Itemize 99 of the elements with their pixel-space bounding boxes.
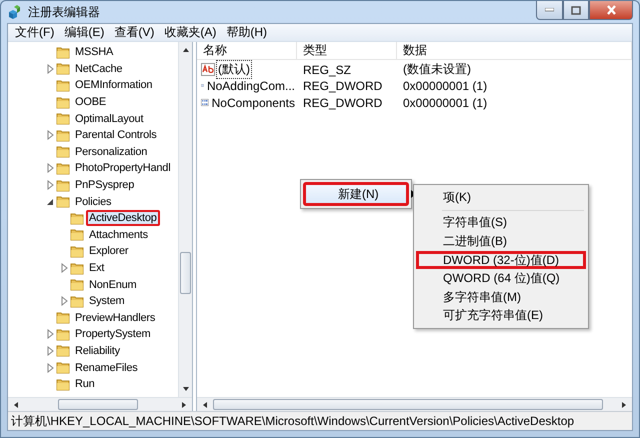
scroll-left-icon[interactable] xyxy=(12,400,20,408)
value-name[interactable]: NoAddingCom... xyxy=(204,78,297,94)
tree-item[interactable]: RenameFiles xyxy=(72,360,141,376)
folder-icon xyxy=(56,46,70,59)
value-type: REG_DWORD xyxy=(302,78,384,92)
tree-item[interactable]: Personalization xyxy=(72,144,150,160)
tree-item[interactable]: PnPSysprep xyxy=(72,177,138,194)
tree-item[interactable]: Parental Controls xyxy=(72,127,160,144)
tree-item[interactable]: ActiveDesktop xyxy=(86,210,160,226)
scroll-right-icon[interactable] xyxy=(620,400,628,408)
folder-icon xyxy=(56,62,70,76)
expand-icon[interactable] xyxy=(46,180,55,190)
tree-item[interactable]: OptimalLayout xyxy=(72,110,146,127)
window-title: 注册表编辑器 xyxy=(28,4,100,20)
menu-item[interactable]: QWORD (64 位)值(Q) xyxy=(416,269,586,288)
maximize-icon xyxy=(571,6,581,14)
column-header[interactable]: 名称 xyxy=(197,42,297,59)
tree-item[interactable]: PreviewHandlers xyxy=(72,310,158,326)
tree-item[interactable]: PropertySystem xyxy=(72,326,154,342)
tree-item[interactable]: NonEnum xyxy=(86,276,140,293)
folder-icon xyxy=(56,361,70,374)
value-name[interactable]: NoComponents xyxy=(210,94,297,110)
status-path: 计算机\HKEY_LOCAL_MACHINE\SOFTWARE\Microsoft\Windows\CurrentVersion\Policies\ActiveDesktop xyxy=(11,412,574,430)
tree-item[interactable]: Ext xyxy=(86,260,108,276)
folder-icon xyxy=(56,178,70,192)
vertical-scrollbar[interactable] xyxy=(178,42,192,397)
expand-icon[interactable] xyxy=(46,64,55,74)
expand-icon[interactable] xyxy=(60,296,69,306)
folder-icon xyxy=(56,145,70,158)
folder-icon xyxy=(56,311,70,324)
binary-value-icon xyxy=(201,96,209,109)
folder-icon xyxy=(56,128,70,142)
close-button[interactable] xyxy=(589,1,633,20)
expand-icon[interactable] xyxy=(46,130,55,140)
value-data: 0x00000001 (1) xyxy=(402,78,488,92)
tree-item[interactable]: MSSHA xyxy=(72,44,116,60)
folder-icon xyxy=(56,328,70,341)
folder-icon xyxy=(70,244,84,258)
folder-icon xyxy=(56,162,70,175)
value-data: (数值未设置) xyxy=(402,61,472,78)
folder-icon xyxy=(70,294,84,308)
folder-icon xyxy=(56,195,70,208)
column-header[interactable]: 数据 xyxy=(397,42,632,59)
maximize-button[interactable] xyxy=(563,1,589,20)
scroll-down-icon[interactable] xyxy=(182,385,190,393)
scrollbar-thumb[interactable] xyxy=(213,399,603,410)
folder-icon xyxy=(56,112,70,126)
collapse-icon[interactable] xyxy=(46,196,55,207)
folder-icon xyxy=(70,278,84,292)
menu-item[interactable]: 二进制值(B) xyxy=(416,232,586,251)
expand-icon[interactable] xyxy=(60,263,69,274)
column-header[interactable]: 类型 xyxy=(297,42,397,59)
tree-item[interactable]: PhotoPropertyHandl xyxy=(72,160,174,176)
horizontal-scrollbar[interactable] xyxy=(8,397,192,411)
scroll-left-icon[interactable] xyxy=(201,400,209,408)
menu-item[interactable]: 帮助(H) xyxy=(221,24,272,41)
menu-item[interactable]: DWORD (32-位)值(D) xyxy=(416,250,586,270)
menu-item[interactable]: 编辑(E) xyxy=(59,24,110,41)
tree-item[interactable]: Reliability xyxy=(72,342,123,359)
tree-item[interactable]: OEMInformation xyxy=(72,77,156,94)
expand-icon[interactable] xyxy=(46,163,55,174)
value-data: 0x00000001 (1) xyxy=(402,96,488,110)
expand-icon[interactable] xyxy=(46,362,55,373)
registry-cubes-icon xyxy=(7,4,23,20)
horizontal-scrollbar[interactable] xyxy=(197,397,632,411)
tree-item[interactable]: NetCache xyxy=(72,60,126,77)
value-type: REG_DWORD xyxy=(302,96,384,110)
minimize-icon xyxy=(545,8,554,12)
folder-icon xyxy=(56,78,70,92)
menu-item[interactable]: 项(K) xyxy=(416,188,586,207)
tree-item[interactable]: System xyxy=(86,293,128,310)
folder-icon xyxy=(70,228,84,242)
menu-item[interactable]: 文件(F) xyxy=(10,24,60,41)
tree-item[interactable]: Attachments xyxy=(86,226,151,243)
folder-icon xyxy=(56,378,70,391)
menu-item[interactable]: 查看(V) xyxy=(109,24,160,41)
menu-item[interactable]: 多字符串值(M) xyxy=(416,288,586,307)
string-value-icon xyxy=(201,63,215,76)
tree-item[interactable]: Explorer xyxy=(86,243,132,260)
value-type: REG_SZ xyxy=(302,62,352,76)
minimize-button[interactable] xyxy=(536,1,563,20)
menu-item[interactable]: 收藏夹(A) xyxy=(159,24,222,41)
folder-icon xyxy=(56,96,70,109)
expand-icon[interactable] xyxy=(46,346,55,356)
folder-icon xyxy=(70,212,84,225)
tree-item[interactable]: Policies xyxy=(72,194,114,210)
tree-item[interactable]: Run xyxy=(72,376,98,392)
scrollbar-thumb[interactable] xyxy=(180,252,191,294)
value-name[interactable]: (默认) xyxy=(216,60,252,79)
menu-item[interactable]: 可扩充字符串值(E) xyxy=(416,306,586,326)
menu-item[interactable]: 字符串值(S) xyxy=(416,214,586,232)
expand-icon[interactable] xyxy=(46,329,55,340)
folder-icon xyxy=(56,344,70,358)
scroll-right-icon[interactable] xyxy=(180,400,188,408)
folder-icon xyxy=(70,262,84,275)
scroll-up-icon[interactable] xyxy=(182,46,190,54)
scrollbar-thumb[interactable] xyxy=(58,399,138,410)
tree-item[interactable]: OOBE xyxy=(72,94,109,110)
close-icon xyxy=(606,5,616,15)
